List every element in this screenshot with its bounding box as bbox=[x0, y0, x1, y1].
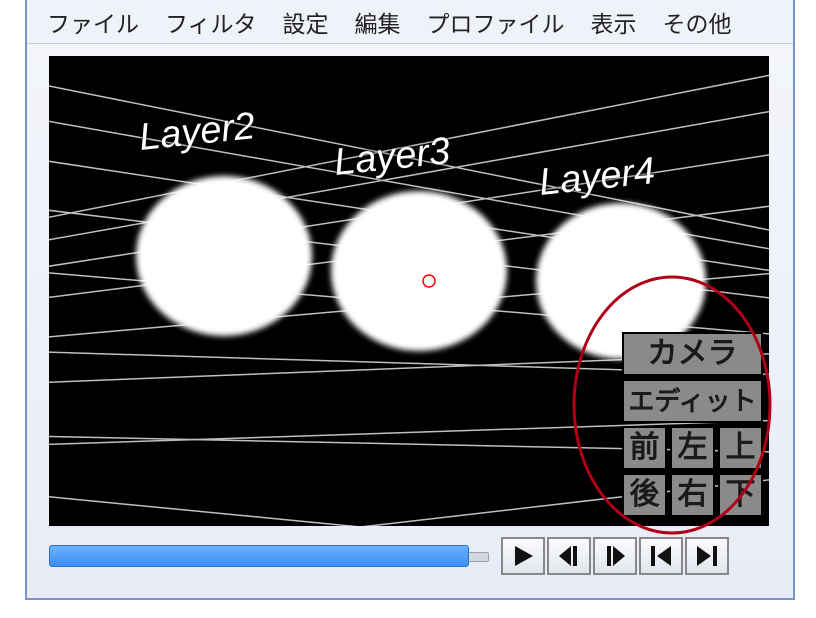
go-start-button[interactable] bbox=[639, 537, 683, 575]
nav-left-button[interactable]: 左 bbox=[670, 426, 715, 470]
nav-bottom-button[interactable]: 下 bbox=[718, 473, 763, 517]
nav-top-button[interactable]: 上 bbox=[718, 426, 763, 470]
step-forward-icon bbox=[601, 544, 629, 568]
go-start-icon bbox=[647, 544, 675, 568]
menu-settings[interactable]: 設定 bbox=[273, 1, 339, 43]
nav-camera-button[interactable]: カメラ bbox=[622, 332, 763, 376]
nav-edit-button[interactable]: エディット bbox=[622, 379, 763, 423]
menu-bar: ファイル フィルタ 設定 編集 プロファイル 表示 その他 bbox=[27, 0, 793, 44]
play-button[interactable] bbox=[501, 537, 545, 575]
step-forward-button[interactable] bbox=[593, 537, 637, 575]
menu-other[interactable]: その他 bbox=[653, 1, 742, 43]
playback-bar bbox=[49, 534, 789, 578]
menu-filter[interactable]: フィルタ bbox=[155, 1, 267, 43]
step-back-button[interactable] bbox=[547, 537, 591, 575]
step-back-icon bbox=[555, 544, 583, 568]
menu-profile[interactable]: プロファイル bbox=[417, 1, 575, 43]
viewport-3d[interactable]: Layer2 Layer3 Layer4 カメラ エディット 前 左 上 後 右… bbox=[49, 56, 769, 526]
nav-back-button[interactable]: 後 bbox=[622, 473, 667, 517]
slider-thumb[interactable] bbox=[49, 545, 469, 567]
menu-view[interactable]: 表示 bbox=[581, 1, 647, 43]
play-icon bbox=[509, 544, 537, 568]
timeline-slider[interactable] bbox=[49, 545, 489, 567]
view-nav-panel: カメラ エディット 前 左 上 後 右 下 bbox=[622, 329, 763, 520]
app-window: ファイル フィルタ 設定 編集 プロファイル 表示 その他 bbox=[25, 0, 795, 600]
nav-front-button[interactable]: 前 bbox=[622, 426, 667, 470]
menu-file[interactable]: ファイル bbox=[37, 1, 149, 43]
go-end-button[interactable] bbox=[685, 537, 729, 575]
nav-right-button[interactable]: 右 bbox=[670, 473, 715, 517]
go-end-icon bbox=[693, 544, 721, 568]
menu-edit[interactable]: 編集 bbox=[345, 1, 411, 43]
